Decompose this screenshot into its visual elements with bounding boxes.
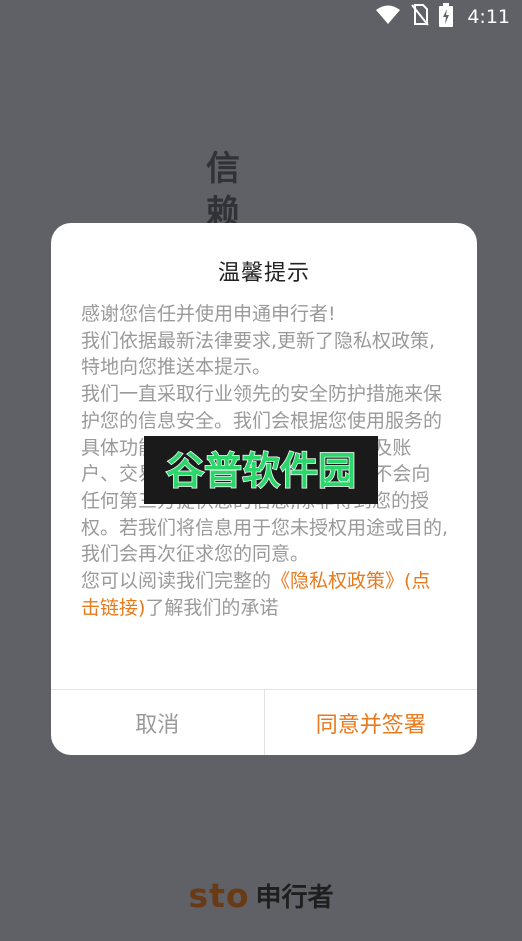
paragraph-prefix: 您可以阅读我们完整的 <box>81 570 272 593</box>
status-bar: 4:11 <box>0 0 522 34</box>
battery-charging-icon <box>439 3 454 31</box>
watermark-logo: 谷普软件园 <box>144 436 378 504</box>
wifi-icon <box>375 5 401 29</box>
background-title: 信赖 <box>206 149 240 231</box>
brand-name: 申行者 <box>255 882 334 913</box>
dialog-title: 温馨提示 <box>217 261 310 286</box>
svg-text:谷普软件园: 谷普软件园 <box>166 449 356 493</box>
no-sim-icon <box>411 4 430 30</box>
dialog-paragraph: 您可以阅读我们完整的《隐私权政策》(点击链接)了解我们的承诺 <box>81 568 449 621</box>
cancel-button[interactable]: 取消 <box>51 690 265 755</box>
sto-logo: sto <box>188 875 250 915</box>
dialog-footer: 取消 同意并签署 <box>51 689 477 755</box>
dialog-paragraph: 我们依据最新法律要求,更新了隐私权政策,特地向您推送本提示。 <box>81 329 436 379</box>
dialog-paragraph: 感谢您信任并使用申通申行者! <box>81 303 336 325</box>
brand-footer: sto 申行者 <box>0 872 522 918</box>
paragraph-suffix: 了解我们的承诺 <box>145 596 279 619</box>
agree-and-sign-button[interactable]: 同意并签署 <box>265 690 478 755</box>
status-icons: 4:11 <box>375 3 510 31</box>
status-time: 4:11 <box>467 6 510 28</box>
